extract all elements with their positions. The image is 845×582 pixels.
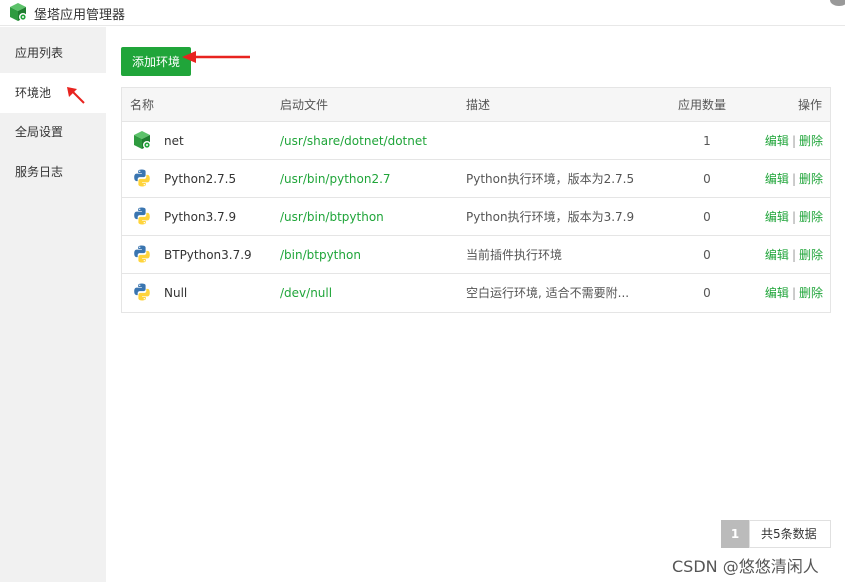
row-actions: 编辑 | 删除 (765, 160, 823, 198)
edit-link[interactable]: 编辑 (765, 210, 789, 224)
action-separator: | (791, 286, 796, 300)
action-separator: | (791, 172, 796, 186)
python-icon (132, 168, 152, 188)
env-app-count: 0 (703, 286, 711, 300)
pagination-total: 共5条数据 (749, 520, 831, 548)
row-actions: 编辑 | 删除 (765, 236, 823, 274)
table-row: Python2.7.5 /usr/bin/python2.7 Python执行环… (122, 160, 830, 198)
column-header-name: 名称 (130, 98, 155, 112)
env-name: BTPython3.7.9 (164, 248, 252, 262)
sidebar-item-label: 服务日志 (15, 165, 64, 179)
sidebar-item-global-settings[interactable]: 全局设置 (0, 112, 106, 152)
python-icon (132, 206, 152, 226)
sidebar-item-service-log[interactable]: 服务日志 (0, 152, 106, 192)
edit-link[interactable]: 编辑 (765, 134, 789, 148)
env-path: /usr/bin/python2.7 (280, 172, 391, 186)
env-app-count: 1 (703, 134, 711, 148)
env-name: Null (164, 286, 188, 300)
edit-link[interactable]: 编辑 (765, 172, 789, 186)
watermark: CSDN @悠悠清闲人 (672, 557, 819, 576)
row-actions: 编辑 | 删除 (765, 122, 823, 160)
sidebar-item-label: 全局设置 (15, 125, 64, 139)
env-desc: 当前插件执行环境 (466, 248, 563, 262)
column-header-count: 应用数量 (678, 98, 727, 112)
env-path: /usr/share/dotnet/dotnet (280, 134, 427, 148)
env-path: /usr/bin/btpython (280, 210, 384, 224)
app-logo-icon (10, 3, 27, 21)
dotnet-cube-icon (132, 130, 152, 150)
sidebar-item-env-pool[interactable]: 环境池 (0, 73, 106, 113)
app-title: 堡塔应用管理器 (34, 8, 126, 23)
sidebar-item-label: 环境池 (15, 86, 52, 100)
env-app-count: 0 (703, 210, 711, 224)
env-desc: Python执行环境，版本为2.7.5 (466, 172, 635, 186)
table-row: BTPython3.7.9 /bin/btpython 当前插件执行环境 0 编… (122, 236, 830, 274)
action-separator: | (791, 134, 796, 148)
action-separator: | (791, 248, 796, 262)
edit-link[interactable]: 编辑 (765, 286, 789, 300)
row-actions: 编辑 | 删除 (765, 274, 823, 312)
column-header-path: 启动文件 (280, 98, 329, 112)
python-icon (132, 282, 152, 302)
env-name: Python3.7.9 (164, 210, 237, 224)
env-path: /dev/null (280, 286, 333, 300)
env-name: Python2.7.5 (164, 172, 237, 186)
delete-link[interactable]: 删除 (799, 210, 823, 224)
sidebar-item-app-list[interactable]: 应用列表 (0, 33, 106, 73)
sidebar: 应用列表 环境池 全局设置 服务日志 (0, 27, 106, 582)
column-header-desc: 描述 (466, 98, 491, 112)
delete-link[interactable]: 删除 (799, 134, 823, 148)
table-row: Null /dev/null 空白运行环境, 适合不需要附... 0 编辑 | 删除 (122, 274, 830, 312)
python-icon (132, 244, 152, 264)
environment-table: 名称 启动文件 描述 应用数量 操作 net /usr/share/dotnet… (121, 87, 831, 313)
env-app-count: 0 (703, 248, 711, 262)
sidebar-item-label: 应用列表 (15, 46, 64, 60)
table-header: 名称 启动文件 描述 应用数量 操作 (122, 88, 830, 122)
env-desc: Python执行环境，版本为3.7.9 (466, 210, 635, 224)
column-header-ops: 操作 (797, 98, 822, 112)
action-separator: | (791, 210, 796, 224)
env-path: /bin/btpython (280, 248, 361, 262)
env-app-count: 0 (703, 172, 711, 186)
delete-link[interactable]: 删除 (799, 248, 823, 262)
edit-link[interactable]: 编辑 (765, 248, 789, 262)
table-row: Python3.7.9 /usr/bin/btpython Python执行环境… (122, 198, 830, 236)
add-environment-button[interactable]: 添加环境 (121, 47, 191, 76)
env-desc (466, 122, 641, 160)
env-desc: 空白运行环境, 适合不需要附... (466, 286, 630, 300)
page-number-current[interactable]: 1 (721, 520, 749, 548)
table-row: net /usr/share/dotnet/dotnet 1 编辑 | 删除 (122, 122, 830, 160)
window-close-button[interactable] (830, 0, 845, 6)
delete-link[interactable]: 删除 (799, 172, 823, 186)
row-actions: 编辑 | 删除 (765, 198, 823, 236)
delete-link[interactable]: 删除 (799, 286, 823, 300)
title-bar: 堡塔应用管理器 (0, 0, 845, 26)
env-name: net (164, 134, 184, 148)
